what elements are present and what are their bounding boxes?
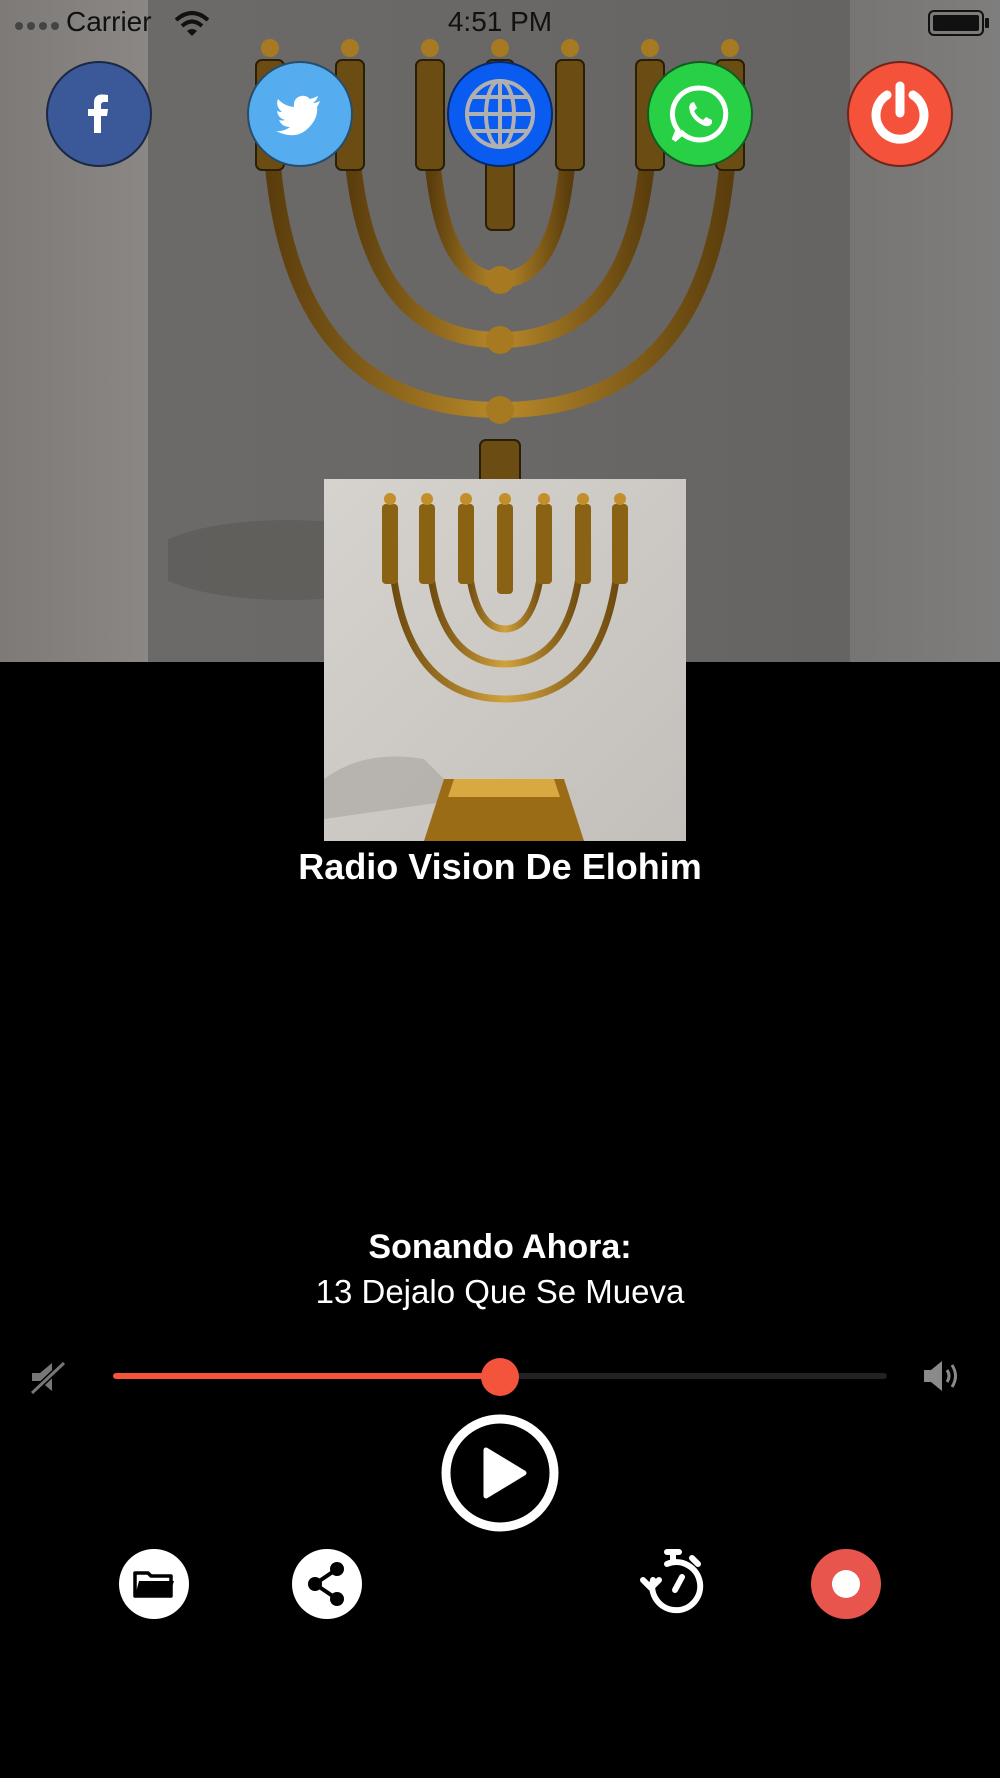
volume-fill: [113, 1373, 500, 1379]
record-icon: [832, 1570, 860, 1598]
station-artwork: [324, 479, 686, 841]
folder-button[interactable]: [118, 1548, 190, 1620]
volume-up-icon[interactable]: [920, 1356, 964, 1396]
menorah-artwork-image: [324, 479, 686, 841]
power-icon: [871, 81, 929, 144]
status-bar: Carrier 4:51 PM: [0, 0, 1000, 46]
status-time: 4:51 PM: [447, 6, 553, 37]
now-playing-track: 13 Dejalo Que Se Mueva: [315, 1273, 685, 1310]
now-playing-label: Sonando Ahora:: [368, 1228, 632, 1266]
sleep-timer-button[interactable]: [637, 1548, 709, 1620]
timer-icon: [640, 1549, 704, 1614]
share-button[interactable]: [291, 1548, 363, 1620]
volume-mute-icon[interactable]: [28, 1357, 68, 1397]
station-name: Radio Vision De Elohim: [298, 846, 702, 887]
globe-icon: [465, 79, 535, 149]
play-button[interactable]: [440, 1413, 560, 1533]
battery-icon: [928, 10, 989, 36]
whatsapp-icon: [669, 85, 729, 143]
whatsapp-button[interactable]: [647, 61, 753, 167]
volume-thumb[interactable]: [481, 1358, 519, 1396]
twitter-button[interactable]: [247, 61, 353, 167]
twitter-icon: [276, 95, 320, 136]
website-button[interactable]: [447, 61, 553, 167]
record-button[interactable]: [810, 1548, 882, 1620]
volume-slider[interactable]: [113, 1358, 887, 1396]
facebook-icon: [88, 94, 108, 133]
power-button[interactable]: [847, 61, 953, 167]
facebook-button[interactable]: [46, 61, 152, 167]
